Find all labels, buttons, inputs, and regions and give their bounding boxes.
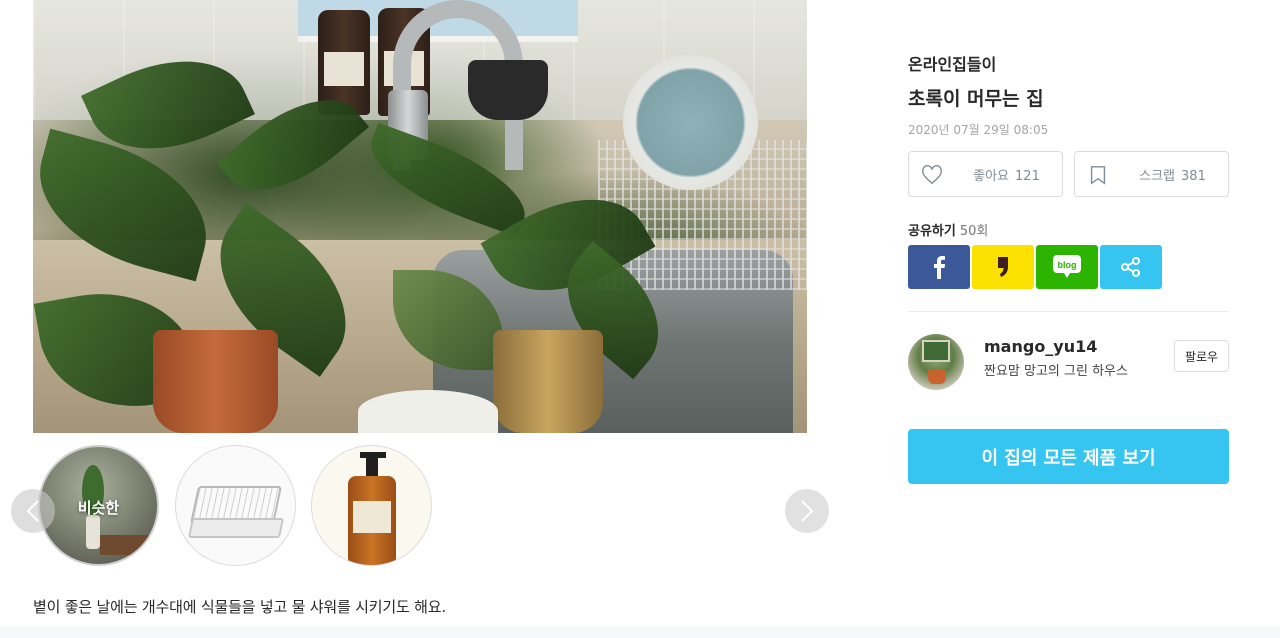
post-date: 2020년 07월 29일 08:05 — [908, 123, 1049, 137]
page-title: 초록이 머무는 집 — [908, 88, 1044, 110]
share-url-button[interactable] — [1100, 245, 1162, 289]
share-label: 공유하기 — [908, 224, 956, 239]
thumbnail-prev-button[interactable] — [11, 489, 55, 533]
chevron-right-icon — [801, 500, 814, 522]
thumbnail-similar[interactable]: 비슷한 — [38, 445, 159, 566]
view-all-products-button[interactable]: 이 집의 모든 제품 보기 — [908, 429, 1229, 484]
scrap-count: 381 — [1181, 168, 1206, 184]
bookmark-icon — [1090, 166, 1106, 185]
thumbnail-next-button[interactable] — [785, 489, 829, 533]
heart-icon — [922, 165, 942, 185]
thumbnail-product-hand-wash[interactable] — [311, 445, 432, 566]
bottom-strip — [0, 626, 1280, 638]
kakaostory-icon — [998, 257, 1008, 277]
author-description: 짠요맘 망고의 그린 하우스 — [984, 364, 1128, 379]
share-facebook-button[interactable] — [908, 245, 970, 289]
photo-pot — [358, 390, 498, 433]
category-label[interactable]: 온라인집들이 — [908, 51, 996, 75]
chevron-left-icon — [26, 500, 39, 522]
thumbnail-similar-label: 비슷한 — [77, 499, 120, 517]
avatar[interactable] — [908, 334, 964, 390]
facebook-icon — [934, 256, 945, 279]
like-count: 121 — [1015, 168, 1040, 184]
follow-button[interactable]: 팔로우 — [1174, 340, 1229, 372]
photo-pot — [468, 60, 548, 120]
share-naver-blog-button[interactable]: blog — [1036, 245, 1098, 289]
photo-caption: 볕이 좋은 날에는 개수대에 식물들을 넣고 물 샤워를 시키기도 해요. — [33, 598, 446, 616]
share-kakaostory-button[interactable] — [972, 245, 1034, 289]
svg-text:blog: blog — [1058, 260, 1077, 270]
share-header: 공유하기 50회 — [908, 220, 988, 239]
like-button[interactable]: 좋아요 121 — [908, 151, 1063, 197]
like-label: 좋아요 — [973, 168, 1010, 184]
divider — [908, 311, 1229, 312]
share-icon — [1121, 257, 1140, 277]
photo-pot — [493, 330, 603, 433]
photo-pot — [153, 330, 278, 433]
main-photo — [33, 0, 807, 433]
scrap-button[interactable]: 스크랩 381 — [1074, 151, 1229, 197]
scrap-label: 스크랩 — [1139, 168, 1176, 184]
author-username[interactable]: mango_yu14 — [984, 337, 1097, 356]
thumbnail-product-dish-rack[interactable] — [175, 445, 296, 566]
share-count: 50회 — [959, 224, 989, 239]
naver-blog-icon: blog — [1053, 255, 1081, 278]
